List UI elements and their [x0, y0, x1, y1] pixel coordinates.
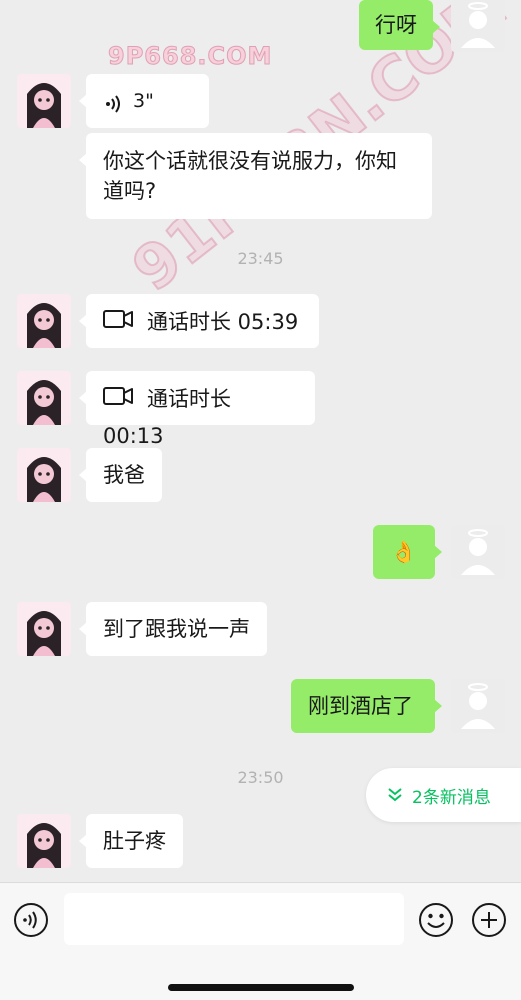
ok-hand-emoji: 👌 [390, 540, 418, 564]
video-call-record[interactable]: 通话时长 00:13 [79, 371, 315, 448]
timestamp: 23:45 [237, 249, 284, 268]
avatar-contact[interactable] [17, 602, 71, 656]
message-text: 到了跟我说一声 [103, 617, 250, 641]
avatar-contact[interactable] [17, 294, 71, 348]
emoji-icon[interactable] [418, 902, 454, 938]
message-bubble-contact[interactable]: 肚子疼 [79, 814, 183, 868]
message-bubble-contact[interactable]: 我爸 [79, 448, 162, 502]
message-text: 刚到酒店了 [308, 694, 413, 718]
message-text: 你这个话就很没有说服力，你知道吗? [103, 149, 397, 203]
video-call-record[interactable]: 通话时长 05:39 [79, 294, 319, 348]
message-bubble-contact[interactable]: 到了跟我说一声 [79, 602, 267, 656]
plus-icon[interactable] [471, 902, 507, 938]
message-bubble-self[interactable]: 👌 [373, 525, 442, 579]
voice-wave-icon [103, 90, 125, 113]
chat-area[interactable]: 9P668.COM 91PORN.COM 行呀 3" 你这个话就很没有说服力，你… [0, 0, 521, 882]
avatar-contact[interactable] [17, 814, 71, 868]
message-bubble-self[interactable]: 刚到酒店了 [291, 679, 442, 733]
message-bubble-self[interactable]: 行呀 [359, 0, 440, 50]
avatar-contact[interactable] [17, 448, 71, 502]
video-camera-icon [103, 381, 133, 417]
call-duration-text: 通话时长 05:39 [147, 310, 299, 334]
watermark-top: 9P668.COM [107, 42, 273, 71]
home-indicator[interactable] [168, 984, 354, 991]
message-text: 肚子疼 [103, 829, 166, 853]
avatar-self[interactable] [451, 525, 505, 579]
message-text: 我爸 [103, 463, 145, 487]
voice-input-icon[interactable] [13, 902, 49, 938]
avatar-self[interactable] [451, 0, 505, 52]
avatar-self[interactable] [451, 679, 505, 733]
message-text: 行呀 [375, 13, 417, 37]
message-input[interactable] [64, 893, 404, 945]
new-messages-button[interactable]: 2条新消息 [366, 768, 521, 822]
input-bar [0, 882, 521, 1000]
avatar-contact[interactable] [17, 371, 71, 425]
video-camera-icon [103, 304, 133, 340]
new-messages-label: 2条新消息 [412, 787, 491, 808]
double-chevron-down-icon [386, 786, 404, 804]
voice-message[interactable]: 3" [79, 74, 209, 128]
avatar-contact[interactable] [17, 74, 71, 128]
message-bubble-contact[interactable]: 你这个话就很没有说服力，你知道吗? [79, 133, 432, 219]
voice-duration: 3" [133, 90, 154, 112]
